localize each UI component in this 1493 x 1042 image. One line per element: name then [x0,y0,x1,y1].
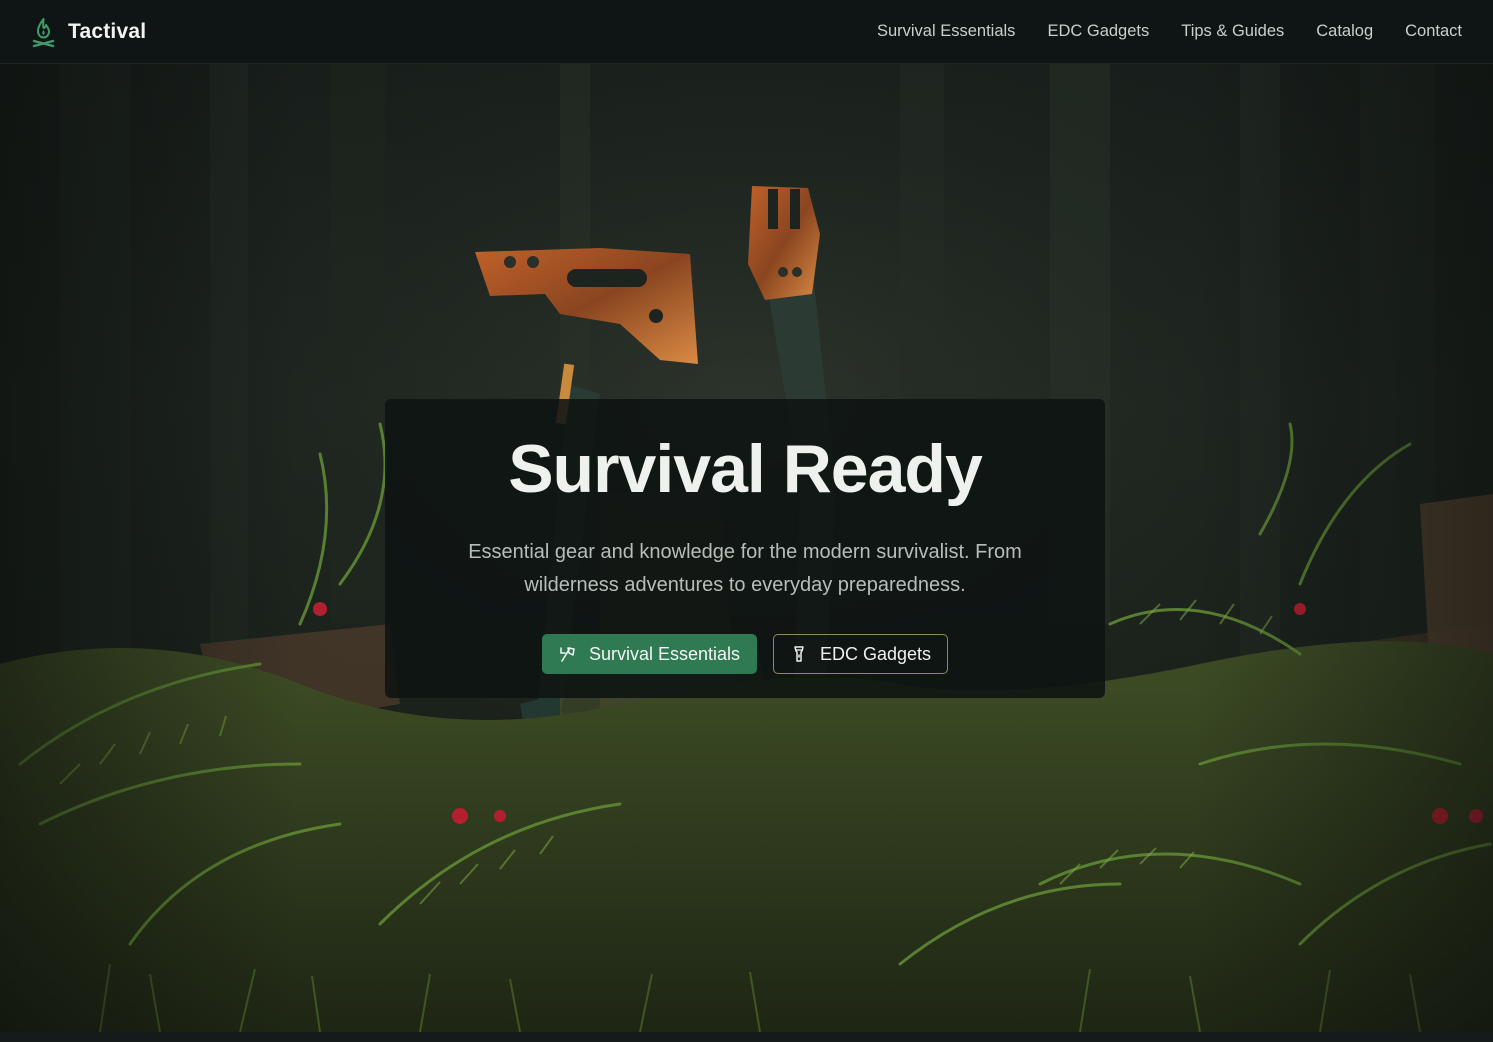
brand-link[interactable]: Tactival [31,16,146,48]
edc-gadgets-button-label: EDC Gadgets [820,643,932,664]
nav-link-survival-essentials[interactable]: Survival Essentials [877,22,1015,41]
hero-subtitle: Essential gear and knowledge for the mod… [468,541,1022,596]
nav-link-contact[interactable]: Contact [1405,22,1462,41]
brand-name: Tactival [68,19,147,43]
main-nav: Survival Essentials EDC Gadgets Tips & G… [877,22,1462,41]
edc-gadgets-button[interactable]: EDC Gadgets [773,634,949,674]
bottom-strip [0,1032,1493,1042]
nav-link-edc-gadgets[interactable]: EDC Gadgets [1047,22,1149,41]
survival-essentials-button[interactable]: Survival Essentials [541,634,757,674]
hero-title: Survival Ready [508,431,983,507]
nav-link-tips-guides[interactable]: Tips & Guides [1181,22,1284,41]
campfire-icon [32,17,55,47]
nav-link-catalog[interactable]: Catalog [1316,22,1373,41]
page: Tactival Survival Essentials EDC Gadgets… [0,0,1493,1042]
hero-card: Survival Ready Essential gear and knowle… [385,399,1105,698]
axe-icon [560,647,575,662]
site-header: Tactival Survival Essentials EDC Gadgets… [0,0,1493,64]
survival-essentials-button-label: Survival Essentials [588,643,740,664]
hero-button-row: Survival Essentials EDC Gadgets [385,634,1105,674]
flashlight-icon [794,646,804,662]
